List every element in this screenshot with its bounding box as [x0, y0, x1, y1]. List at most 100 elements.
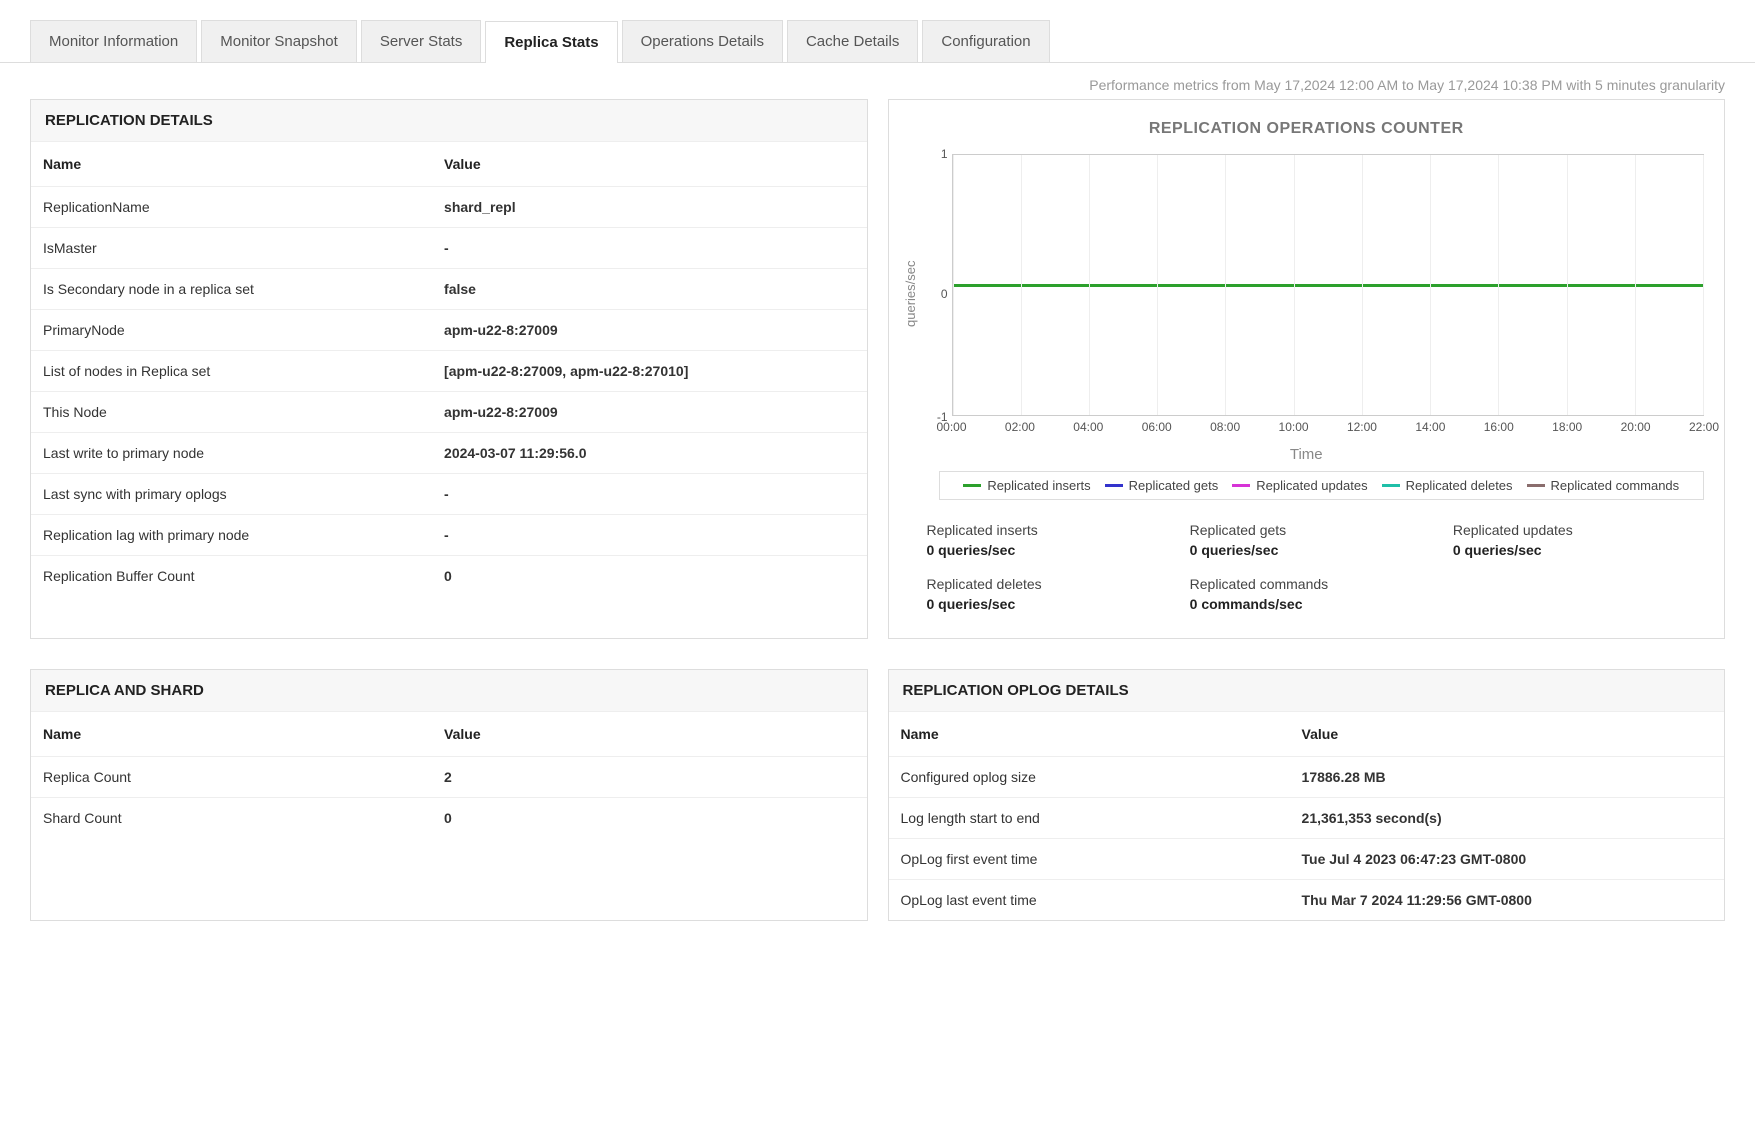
- cell-name: List of nodes in Replica set: [31, 351, 432, 392]
- chart-title: REPLICATION OPERATIONS COUNTER: [899, 120, 1715, 138]
- cell-value: -: [432, 515, 866, 556]
- tab-replica-stats[interactable]: Replica Stats: [485, 21, 617, 63]
- panel-title: REPLICATION OPLOG DETAILS: [889, 670, 1725, 712]
- table-row: Log length start to end21,361,353 second…: [889, 798, 1725, 839]
- cell-name: Log length start to end: [889, 798, 1290, 839]
- cell-name: Last write to primary node: [31, 433, 432, 474]
- summary-label: Replicated deletes: [927, 576, 1160, 592]
- summary-item: Replicated deletes 0 queries/sec: [927, 576, 1160, 612]
- ytick: 0: [922, 287, 948, 301]
- cell-name: Configured oplog size: [889, 757, 1290, 798]
- cell-name: This Node: [31, 392, 432, 433]
- metrics-range-text: Performance metrics from May 17,2024 12:…: [0, 63, 1755, 99]
- table-row: List of nodes in Replica set[apm-u22-8:2…: [31, 351, 867, 392]
- cell-value: 21,361,353 second(s): [1290, 798, 1724, 839]
- legend-label: Replicated inserts: [987, 478, 1090, 493]
- col-value: Value: [432, 712, 866, 757]
- tab-operations-details[interactable]: Operations Details: [622, 20, 783, 62]
- table-row: PrimaryNodeapm-u22-8:27009: [31, 310, 867, 351]
- cell-value: Tue Jul 4 2023 06:47:23 GMT-0800: [1290, 839, 1724, 880]
- gridline: [1430, 155, 1431, 415]
- table-row: IsMaster-: [31, 228, 867, 269]
- gridline: [953, 155, 954, 415]
- tab-bar: Monitor InformationMonitor SnapshotServe…: [0, 0, 1755, 63]
- legend-swatch: [963, 484, 981, 487]
- summary-value: 0 queries/sec: [927, 596, 1160, 612]
- summary-value: 0 commands/sec: [1190, 596, 1423, 612]
- replication-ops-chart-panel: REPLICATION OPERATIONS COUNTER queries/s…: [888, 99, 1726, 639]
- table-row: Replication Buffer Count0: [31, 556, 867, 597]
- tab-cache-details[interactable]: Cache Details: [787, 20, 918, 62]
- tab-server-stats[interactable]: Server Stats: [361, 20, 482, 62]
- col-value: Value: [432, 142, 866, 187]
- cell-value: [apm-u22-8:27009, apm-u22-8:27010]: [432, 351, 866, 392]
- chart-area[interactable]: 1 0 -1 00:0002:0004:0006:0008:0010:0012:…: [922, 144, 1705, 444]
- cell-value: 0: [432, 556, 866, 597]
- xtick: 06:00: [1142, 420, 1172, 434]
- legend-item[interactable]: Replicated commands: [1527, 478, 1680, 493]
- tab-configuration[interactable]: Configuration: [922, 20, 1049, 62]
- cell-name: Replication lag with primary node: [31, 515, 432, 556]
- summary-label: Replicated gets: [1190, 522, 1423, 538]
- summary-value: 0 queries/sec: [1453, 542, 1686, 558]
- legend-item[interactable]: Replicated updates: [1232, 478, 1367, 493]
- table-row: Shard Count0: [31, 798, 867, 839]
- xtick: 10:00: [1279, 420, 1309, 434]
- legend-item[interactable]: Replicated deletes: [1382, 478, 1513, 493]
- table-row: This Nodeapm-u22-8:27009: [31, 392, 867, 433]
- cell-value: 2024-03-07 11:29:56.0: [432, 433, 866, 474]
- x-axis-label: Time: [899, 446, 1715, 463]
- ytick: 1: [922, 147, 948, 161]
- cell-name: OpLog last event time: [889, 880, 1290, 921]
- col-name: Name: [31, 712, 432, 757]
- cell-value: Thu Mar 7 2024 11:29:56 GMT-0800: [1290, 880, 1724, 921]
- gridline: [1567, 155, 1568, 415]
- panel-title: REPLICA AND SHARD: [31, 670, 867, 712]
- gridline: [1157, 155, 1158, 415]
- summary-value: 0 queries/sec: [1190, 542, 1423, 558]
- xtick: 18:00: [1552, 420, 1582, 434]
- legend-item[interactable]: Replicated gets: [1105, 478, 1219, 493]
- summary-label: Replicated updates: [1453, 522, 1686, 538]
- table-row: Is Secondary node in a replica setfalse: [31, 269, 867, 310]
- tab-monitor-snapshot[interactable]: Monitor Snapshot: [201, 20, 357, 62]
- gridline: [1294, 155, 1295, 415]
- legend-label: Replicated commands: [1551, 478, 1680, 493]
- cell-name: Is Secondary node in a replica set: [31, 269, 432, 310]
- cell-value: 0: [432, 798, 866, 839]
- xtick: 08:00: [1210, 420, 1240, 434]
- legend-swatch: [1382, 484, 1400, 487]
- xtick: 20:00: [1621, 420, 1651, 434]
- legend-label: Replicated deletes: [1406, 478, 1513, 493]
- table-row: OpLog first event timeTue Jul 4 2023 06:…: [889, 839, 1725, 880]
- gridline: [1635, 155, 1636, 415]
- xtick: 22:00: [1689, 420, 1719, 434]
- summary-item: Replicated inserts0 queries/sec: [927, 522, 1160, 558]
- legend-label: Replicated gets: [1129, 478, 1219, 493]
- legend-item[interactable]: Replicated inserts: [963, 478, 1090, 493]
- cell-name: Shard Count: [31, 798, 432, 839]
- series-line: [953, 284, 1704, 287]
- xtick: 14:00: [1415, 420, 1445, 434]
- tab-monitor-information[interactable]: Monitor Information: [30, 20, 197, 62]
- summary-label: Replicated inserts: [927, 522, 1160, 538]
- summary-item: Replicated updates 0 queries/sec: [1453, 522, 1686, 558]
- x-ticks: 00:0002:0004:0006:0008:0010:0012:0014:00…: [952, 420, 1705, 436]
- replication-details-table: Name Value ReplicationNameshard_replIsMa…: [31, 142, 867, 596]
- col-name: Name: [889, 712, 1290, 757]
- y-axis-label: queries/sec: [899, 144, 922, 444]
- gridline: [1021, 155, 1022, 415]
- cell-value: -: [432, 474, 866, 515]
- oplog-details-panel: REPLICATION OPLOG DETAILS Name Value Con…: [888, 669, 1726, 921]
- cell-value: 2: [432, 757, 866, 798]
- xtick: 02:00: [1005, 420, 1035, 434]
- xtick: 04:00: [1073, 420, 1103, 434]
- cell-name: ReplicationName: [31, 187, 432, 228]
- panel-title: REPLICATION DETAILS: [31, 100, 867, 142]
- xtick: 00:00: [936, 420, 966, 434]
- table-row: OpLog last event timeThu Mar 7 2024 11:2…: [889, 880, 1725, 921]
- chart-summary: Replicated inserts0 queries/secReplicate…: [899, 500, 1715, 618]
- cell-value: apm-u22-8:27009: [432, 392, 866, 433]
- xtick: 12:00: [1347, 420, 1377, 434]
- cell-name: Last sync with primary oplogs: [31, 474, 432, 515]
